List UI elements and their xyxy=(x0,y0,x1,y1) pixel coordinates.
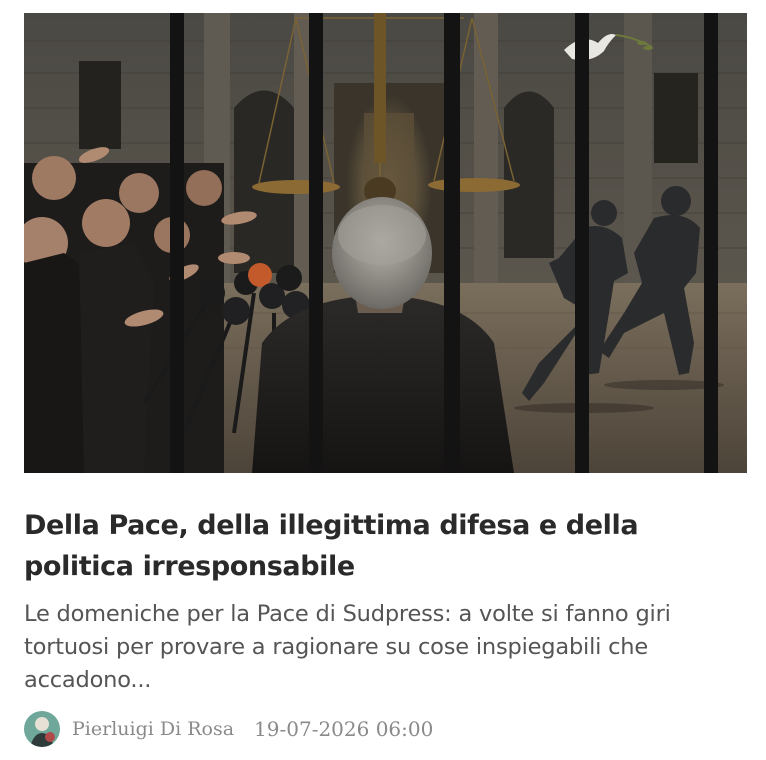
article-title[interactable]: Della Pace, della illegittima difesa e d… xyxy=(24,505,739,587)
article-meta: Pierluigi Di Rosa 19-07-2026 06:00 xyxy=(24,711,739,747)
article-excerpt: Le domeniche per la Pace di Sudpress: a … xyxy=(24,601,671,693)
publish-date: 19-07-2026 06:00 xyxy=(254,717,434,741)
article-hero-image[interactable] xyxy=(24,13,747,473)
article-card: Della Pace, della illegittima difesa e d… xyxy=(0,0,766,760)
author-avatar[interactable] xyxy=(24,711,60,747)
author-name[interactable]: Pierluigi Di Rosa xyxy=(72,718,234,740)
hero-illustration xyxy=(24,13,747,473)
